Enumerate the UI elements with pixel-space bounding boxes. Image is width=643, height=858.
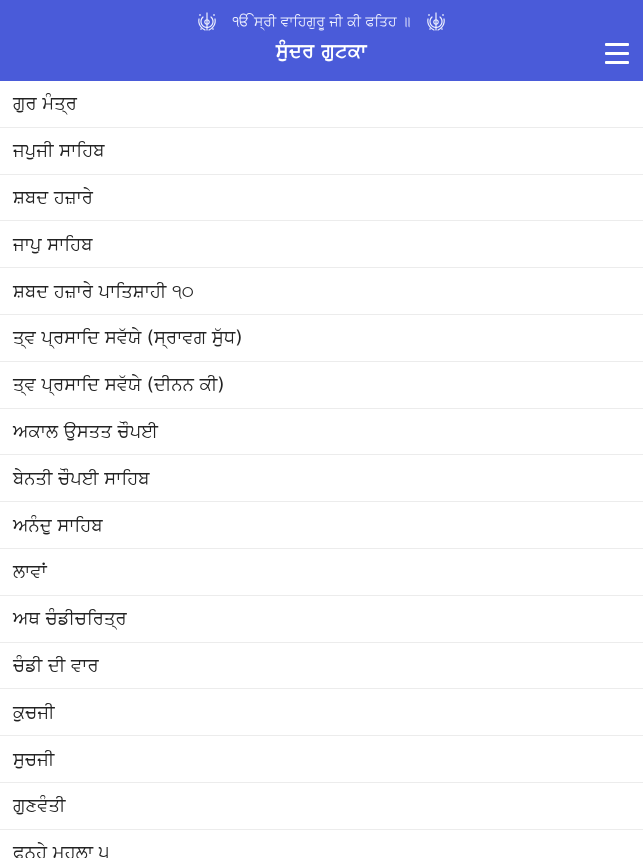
list-item-label: ਬੇਨਤੀ ਚੌਪਈ ਸਾਹਿਬ bbox=[13, 467, 150, 489]
khanda-icon bbox=[196, 11, 218, 33]
list-item-label: ਅਥ ਚੰਡੀਚਰਿਤ੍ਰ bbox=[13, 608, 127, 630]
bani-list: ਗੁਰ ਮੰਤ੍ਰ ਜਪੁਜੀ ਸਾਹਿਬ ਸ਼ਬਦ ਹਜ਼ਾਰੇ ਜਾਪੁ ਸ… bbox=[0, 81, 643, 858]
list-item-label: ਅਕਾਲ ਉਸਤਤ ਚੌਪਈ bbox=[13, 420, 159, 442]
list-item[interactable]: ਬੇਨਤੀ ਚੌਪਈ ਸਾਹਿਬ bbox=[0, 455, 643, 503]
list-item-label: ਫੁਨਹੇ ਮਹਲਾ ੫ bbox=[13, 842, 110, 858]
list-item[interactable]: ਫੁਨਹੇ ਮਹਲਾ ੫ bbox=[0, 830, 643, 858]
list-item[interactable]: ਸੁਚਜੀ bbox=[0, 736, 643, 783]
list-item[interactable]: ਅਨੰਦੁ ਸਾਹਿਬ bbox=[0, 502, 643, 549]
menu-bar bbox=[605, 52, 629, 55]
list-item-label: ਕੁਚਜੀ bbox=[13, 701, 55, 723]
list-item-label: ਗੁਰ ਮੰਤ੍ਰ bbox=[13, 93, 77, 115]
list-item[interactable]: ਸ਼ਬਦ ਹਜ਼ਾਰੇ bbox=[0, 175, 643, 222]
list-item[interactable]: ਜਾਪੁ ਸਾਹਿਬ bbox=[0, 221, 643, 269]
list-item-label: ਜਾਪੁ ਸਾਹਿਬ bbox=[13, 233, 93, 255]
list-item[interactable]: ਤ੍ਵ ਪ੍ਰਸਾਦਿ ਸਵੱਯੇ (ਸ੍ਰਾਵਗ ਸੁੱਧ) bbox=[0, 315, 643, 362]
menu-bar bbox=[605, 43, 629, 46]
hamburger-menu-icon[interactable] bbox=[605, 43, 629, 65]
list-item[interactable]: ਗੁਰ ਮੰਤ੍ਰ bbox=[0, 81, 643, 128]
list-item-label: ਜਪੁਜੀ ਸਾਹਿਬ bbox=[13, 140, 105, 162]
menu-bar bbox=[605, 61, 629, 64]
list-item[interactable]: ਤ੍ਵ ਪ੍ਰਸਾਦਿ ਸਵੱਯੇ (ਦੀਨਨ ਕੀ) bbox=[0, 362, 643, 409]
list-item-label: ਲਾਵਾਂ bbox=[13, 561, 47, 583]
khanda-icon bbox=[425, 11, 447, 33]
list-item-label: ਅਨੰਦੁ ਸਾਹਿਬ bbox=[13, 514, 103, 536]
list-item[interactable]: ਅਥ ਚੰਡੀਚਰਿਤ੍ਰ bbox=[0, 596, 643, 643]
app-screen: ੴ ਸ੍ਰੀ ਵਾਹਿਗੁਰੂ ਜੀ ਕੀ ਫਤਿਹ ॥ ਸੁੰਦਰ ਗੁਟਕਾ… bbox=[0, 0, 643, 858]
list-item[interactable]: ਜਪੁਜੀ ਸਾਹਿਬ bbox=[0, 128, 643, 175]
list-item[interactable]: ਕੁਚਜੀ bbox=[0, 689, 643, 737]
mool-mantar-row: ੴ ਸ੍ਰੀ ਵਾਹਿਗੁਰੂ ਜੀ ਕੀ ਫਤਿਹ ॥ bbox=[0, 9, 643, 35]
list-item-label: ਗੁਣਵੰਤੀ bbox=[13, 795, 66, 817]
list-item-label: ਸ਼ਬਦ ਹਜ਼ਾਰੇ bbox=[13, 186, 93, 208]
list-item[interactable]: ਗੁਣਵੰਤੀ bbox=[0, 783, 643, 830]
list-item[interactable]: ਅਕਾਲ ਉਸਤਤ ਚੌਪਈ bbox=[0, 409, 643, 456]
list-item-label: ਤ੍ਵ ਪ੍ਰਸਾਦਿ ਸਵੱਯੇ (ਸ੍ਰਾਵਗ ਸੁੱਧ) bbox=[13, 327, 243, 349]
list-item[interactable]: ਚੰਡੀ ਦੀ ਵਾਰ bbox=[0, 643, 643, 690]
page-title: ਸੁੰਦਰ ਗੁਟਕਾ bbox=[276, 40, 367, 62]
list-item-label: ਸੁਚਜੀ bbox=[13, 748, 55, 770]
mool-mantar-text: ੴ ਸ੍ਰੀ ਵਾਹਿਗੁਰੂ ਜੀ ਕੀ ਫਤਿਹ ॥ bbox=[232, 14, 411, 30]
list-item-label: ਚੰਡੀ ਦੀ ਵਾਰ bbox=[13, 654, 99, 676]
header-bar: ੴ ਸ੍ਰੀ ਵਾਹਿਗੁਰੂ ਜੀ ਕੀ ਫਤਿਹ ॥ ਸੁੰਦਰ ਗੁਟਕਾ bbox=[0, 0, 643, 81]
list-item-label: ਸ਼ਬਦ ਹਜ਼ਾਰੇ ਪਾਤਿਸ਼ਾਹੀ ੧੦ bbox=[13, 280, 194, 302]
list-item[interactable]: ਸ਼ਬਦ ਹਜ਼ਾਰੇ ਪਾਤਿਸ਼ਾਹੀ ੧੦ bbox=[0, 268, 643, 315]
list-item[interactable]: ਲਾਵਾਂ bbox=[0, 549, 643, 596]
list-item-label: ਤ੍ਵ ਪ੍ਰਸਾਦਿ ਸਵੱਯੇ (ਦੀਨਨ ਕੀ) bbox=[13, 374, 225, 396]
